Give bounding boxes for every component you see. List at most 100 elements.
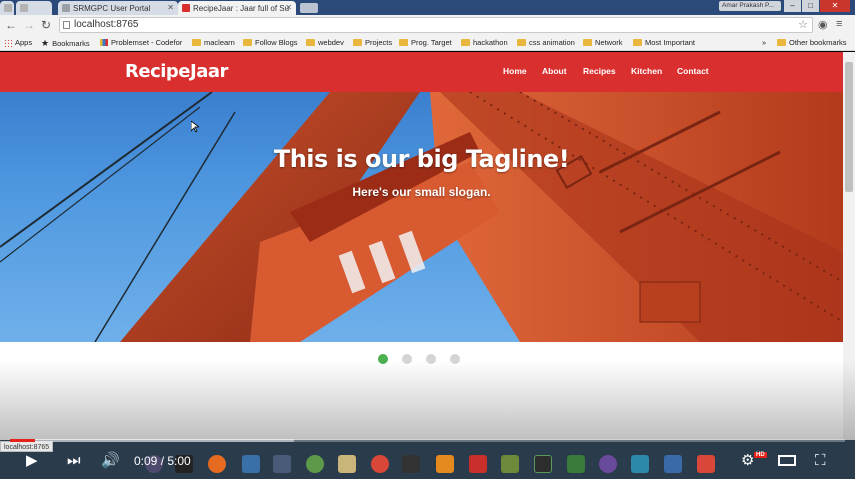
mouse-cursor-icon — [191, 121, 199, 133]
bookmark-folder[interactable]: css animation — [517, 38, 575, 47]
bookmark-apps[interactable]: Apps — [4, 38, 32, 47]
tab-close-icon[interactable]: ✕ — [285, 3, 292, 12]
folder-icon — [633, 39, 642, 46]
extension-icon[interactable]: ◉ — [818, 18, 828, 31]
close-window-button[interactable]: ✕ — [820, 0, 850, 12]
settings-icon[interactable]: ⚙ — [741, 452, 754, 470]
app-taskbar-icon[interactable] — [501, 455, 519, 473]
bookmark-bookmarks[interactable]: ★ Bookmarks — [41, 38, 90, 49]
folder-icon — [399, 39, 408, 46]
bookmark-label: Other bookmarks — [789, 38, 847, 47]
browser-tab[interactable] — [0, 1, 14, 15]
tab-title: SRMGPC User Portal — [73, 3, 151, 13]
bookmark-label: Problemset - Codefor — [111, 38, 183, 47]
bookmarks-overflow-button[interactable]: » — [762, 38, 766, 47]
bookmark-folder[interactable]: maclearn — [192, 38, 235, 47]
sublime-taskbar-icon[interactable] — [402, 455, 420, 473]
video-played-fill — [10, 439, 36, 442]
bookmark-other[interactable]: Other bookmarks — [777, 38, 847, 47]
star-icon: ★ — [41, 38, 50, 48]
bookmark-folder[interactable]: Network — [583, 38, 623, 47]
minimize-button[interactable]: – — [784, 0, 801, 12]
editor-taskbar-icon[interactable] — [534, 455, 552, 473]
hero-slogan: Here's our small slogan. — [352, 185, 491, 199]
explorer-taskbar-icon[interactable] — [338, 455, 356, 473]
bookmark-label: Projects — [365, 38, 393, 47]
folder-icon — [777, 39, 786, 46]
vivaldi-taskbar-icon[interactable] — [469, 455, 487, 473]
bookmark-folder[interactable]: Prog. Target — [399, 38, 452, 47]
profile-button[interactable]: Amar Prakash P... — [719, 1, 781, 11]
folder-icon — [243, 39, 252, 46]
folder-icon — [517, 39, 526, 46]
carousel-dot-4[interactable] — [450, 354, 460, 364]
menu-icon[interactable]: ≡ — [836, 18, 842, 30]
python-taskbar-icon[interactable] — [242, 455, 260, 473]
bookmark-folder[interactable]: Most Important — [633, 38, 695, 47]
address-bar[interactable]: localhost:8765 ☆ — [59, 17, 813, 33]
new-tab-button[interactable] — [300, 3, 318, 13]
reload-icon[interactable]: ↻ — [41, 18, 51, 32]
android-taskbar-icon[interactable] — [306, 455, 324, 473]
chart-icon — [100, 39, 108, 46]
bookmark-folder[interactable]: webdev — [306, 38, 344, 47]
app-taskbar-icon[interactable] — [631, 455, 649, 473]
nav-link-contact[interactable]: Contact — [677, 66, 709, 76]
firefox-taskbar-icon[interactable] — [208, 455, 226, 473]
tab-favicon — [62, 4, 70, 12]
forward-arrow-icon[interactable]: → — [23, 18, 35, 32]
video-timecode: 0:09 / 5:00 — [134, 454, 191, 468]
tab-favicon — [20, 4, 28, 12]
play-icon[interactable]: ▶ — [26, 452, 38, 470]
site-brand[interactable]: RecipeJaar — [125, 61, 228, 82]
browser-tab[interactable] — [16, 1, 52, 15]
bookmark-folder[interactable]: Projects — [353, 38, 392, 47]
page-viewport: RecipeJaar Home About Recipes Kitchen Co… — [0, 52, 843, 440]
fullscreen-icon[interactable]: ⛶ — [815, 452, 826, 470]
git-taskbar-icon[interactable] — [567, 455, 585, 473]
status-bar-url: localhost:8765 — [0, 441, 54, 452]
folder-icon — [192, 39, 201, 46]
chrome-taskbar-icon[interactable] — [371, 455, 389, 473]
vlc-taskbar-icon[interactable] — [436, 455, 454, 473]
folder-icon — [461, 39, 470, 46]
bookmark-folder[interactable]: Follow Blogs — [243, 38, 298, 47]
volume-icon[interactable]: 🔊 — [101, 452, 120, 470]
tab-favicon — [182, 4, 190, 12]
next-icon[interactable]: ⏭ — [67, 452, 81, 470]
bookmark-label: css animation — [529, 38, 575, 47]
app-taskbar-icon[interactable] — [599, 455, 617, 473]
scrollbar-thumb[interactable] — [845, 62, 853, 192]
os-taskbar — [0, 440, 855, 479]
browser-tab[interactable]: SRMGPC User Portal ✕ — [58, 1, 178, 15]
nav-link-recipes[interactable]: Recipes — [583, 66, 616, 76]
nav-link-home[interactable]: Home — [503, 66, 527, 76]
carousel-dot-1[interactable] — [378, 354, 388, 364]
carousel-dot-2[interactable] — [402, 354, 412, 364]
tab-close-icon[interactable]: ✕ — [167, 3, 174, 12]
nav-link-about[interactable]: About — [542, 66, 567, 76]
app-taskbar-icon[interactable] — [697, 455, 715, 473]
carousel-dot-3[interactable] — [426, 354, 436, 364]
maximize-button[interactable]: □ — [802, 0, 819, 12]
browser-tab-active[interactable]: RecipeJaar : Jaar full of Su ✕ — [178, 1, 296, 15]
bookmark-label: hackathon — [473, 38, 508, 47]
theater-mode-icon[interactable] — [778, 455, 796, 466]
bookmark-label: Apps — [15, 38, 33, 47]
bookmark-label: Most Important — [645, 38, 696, 47]
star-icon[interactable]: ☆ — [798, 18, 808, 32]
nav-link-kitchen[interactable]: Kitchen — [631, 66, 662, 76]
bookmark-folder[interactable]: hackathon — [461, 38, 508, 47]
video-buffered-fill — [10, 439, 294, 442]
hero-bridge-image — [0, 92, 843, 342]
back-arrow-icon[interactable]: ← — [5, 18, 17, 32]
hd-badge: HD — [754, 452, 767, 458]
tab-favicon — [4, 4, 12, 12]
devcpp-taskbar-icon[interactable] — [273, 455, 291, 473]
page-scrollbar[interactable] — [843, 52, 855, 452]
bookmark-problemset[interactable]: Problemset - Codefor — [100, 38, 182, 47]
address-text: localhost:8765 — [74, 19, 139, 30]
video-progress-bar[interactable] — [10, 439, 845, 442]
folder-icon — [306, 39, 315, 46]
app-taskbar-icon[interactable] — [664, 455, 682, 473]
